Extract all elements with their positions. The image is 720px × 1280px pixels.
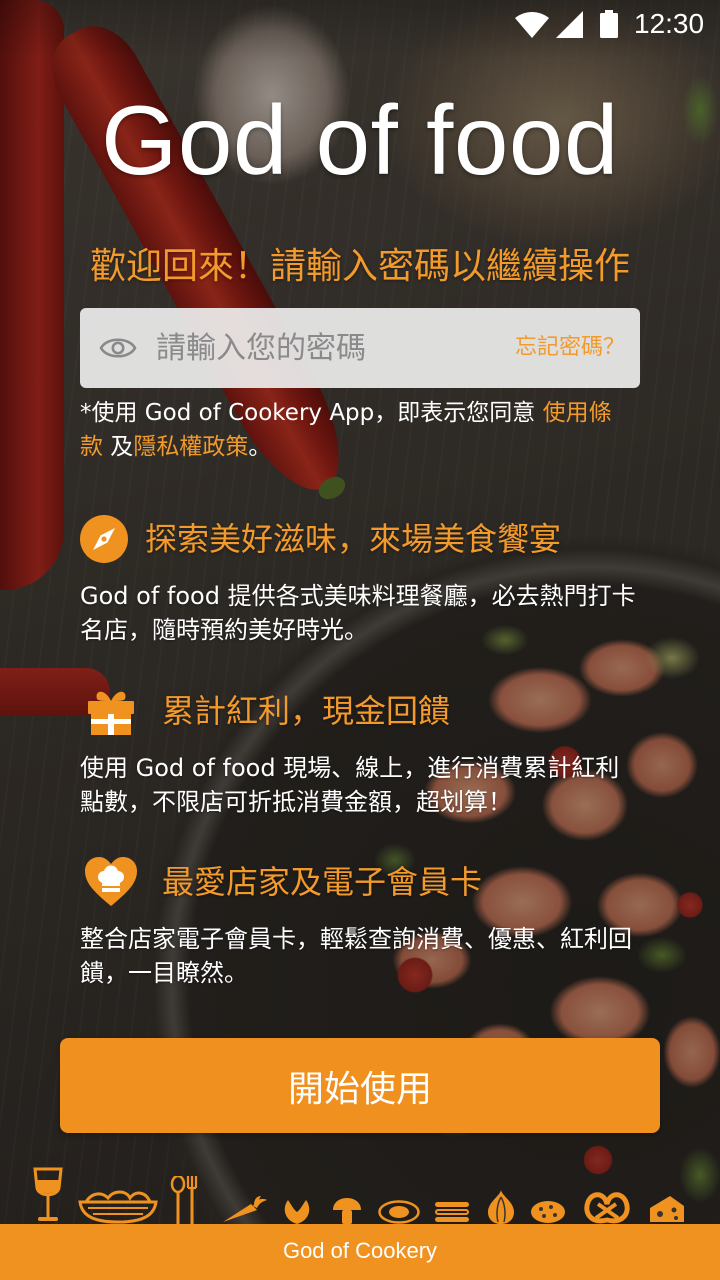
eye-icon[interactable]: [99, 334, 137, 362]
noodle-bowl-icon: [78, 1190, 158, 1224]
feature-description: 使用 God of food 現場、線上，進行消費累計紅利點數，不限店可折抵消費…: [80, 754, 620, 816]
start-button[interactable]: 開始使用: [60, 1038, 660, 1133]
heart-chef-hat-icon: [85, 857, 137, 906]
wifi-icon: [515, 12, 549, 38]
feature-explore: 探索美好滋味，來場美食饗宴 God of food 提供各式美味料理餐廳，必去熱…: [80, 515, 640, 647]
wine-glass-icon: [33, 1167, 63, 1221]
footer-bar: God of Cookery: [0, 1224, 720, 1280]
battery-icon: [600, 10, 618, 38]
food-icon-row: [0, 1160, 720, 1224]
feature-rewards: 累計紅利，現金回饋 使用 God of food 現場、線上，進行消費累計紅利點…: [80, 687, 640, 819]
compass-icon: [80, 515, 128, 563]
status-bar: 12:30: [0, 0, 720, 48]
onion-icon: [488, 1190, 514, 1224]
utensils-icon: [170, 1176, 198, 1224]
fried-egg-icon: [378, 1200, 420, 1224]
terms-prefix: *使用 God of Cookery App，即表示您同意: [80, 400, 543, 426]
privacy-policy-link[interactable]: 隱私權政策: [133, 434, 248, 460]
welcome-message: 歡迎回來！請輸入密碼以繼續操作: [89, 246, 630, 287]
cheese-icon: [650, 1196, 684, 1222]
gift-icon: [88, 691, 134, 735]
password-input[interactable]: [156, 318, 496, 378]
feature-title: 最愛店家及電子會員卡: [162, 863, 483, 901]
terms-notice: *使用 God of Cookery App，即表示您同意 使用條款 及隱私權政…: [80, 396, 625, 464]
leaf-icon: [284, 1200, 310, 1224]
feature-description: 整合店家電子會員卡，輕鬆查詢消費、優惠、紅利回饋，一目瞭然。: [80, 925, 632, 987]
feature-description: God of food 提供各式美味料理餐廳，必去熱門打卡名店，隨時預約美好時光…: [80, 582, 636, 644]
forgot-password-link[interactable]: 忘記密碼？: [515, 330, 625, 366]
sushi-icon: [435, 1202, 469, 1222]
terms-suffix: 。: [248, 434, 272, 460]
feature-title: 累計紅利，現金回饋: [162, 692, 451, 730]
footer-brand: God of Cookery: [282, 1238, 438, 1263]
login-screen: 12:30 God of food 歡迎回來！請輸入密碼以繼續操作 忘記密碼？ …: [0, 0, 720, 1280]
feature-header: 最愛店家及電子會員卡: [80, 857, 640, 906]
pretzel-icon: [584, 1192, 630, 1224]
app-title: God of food: [101, 85, 619, 195]
mushroom-icon: [333, 1198, 361, 1224]
cookie-icon: [531, 1201, 565, 1223]
status-time: 12:30: [634, 8, 705, 39]
signal-icon: [556, 11, 583, 38]
feature-header: 探索美好滋味，來場美食饗宴: [80, 515, 640, 563]
feature-header: 累計紅利，現金回饋: [80, 687, 640, 735]
carrot-icon: [223, 1196, 267, 1222]
feature-membership: 最愛店家及電子會員卡 整合店家電子會員卡，輕鬆查詢消費、優惠、紅利回饋，一目瞭然…: [80, 857, 640, 990]
feature-title: 探索美好滋味，來場美食饗宴: [145, 520, 562, 558]
terms-conjunction: 及: [103, 434, 134, 460]
